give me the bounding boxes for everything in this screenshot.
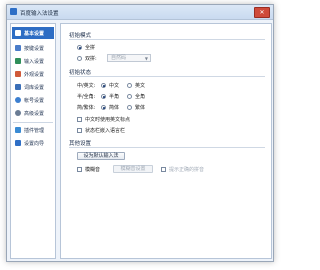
english-punct-checkbox-row[interactable]: 中文时使用英文标点 [77, 116, 130, 123]
checkbox-label: 提示正确的拼音 [169, 167, 205, 173]
checkbox-label: 模糊音 [85, 167, 101, 173]
set-default-ime-button[interactable]: 设为默认输入法 [77, 152, 125, 160]
sidebar-item-keys[interactable]: 按键设置 [12, 42, 54, 54]
sidebar-item-label: 帐号设置 [24, 97, 45, 104]
select-value: 自然码 [111, 55, 127, 61]
radio-traditional[interactable] [127, 105, 132, 110]
language-bar-checkbox[interactable] [77, 128, 82, 133]
wizard-icon [15, 140, 21, 146]
radio-halfwidth[interactable] [101, 94, 106, 99]
state-row-label: 中/英文: [77, 83, 96, 89]
language-bar-checkbox-row[interactable]: 状态栏嵌入语言栏 [77, 127, 125, 134]
radio-english[interactable] [127, 83, 132, 88]
fuzzy-settings-button[interactable]: 模糊音设置 [113, 165, 153, 173]
option-simplified[interactable]: 简体 [101, 104, 119, 111]
sidebar-item-dictionary[interactable]: 词库设置 [12, 81, 54, 93]
book-icon [15, 84, 21, 90]
correction-checkbox-row[interactable]: 提示正确的拼音 [161, 166, 204, 173]
shuangpin-scheme-select[interactable]: 自然码 ▼ [107, 54, 151, 62]
state-row-label: 半/全角: [77, 94, 96, 100]
option-chinese[interactable]: 中文 [101, 82, 119, 89]
sidebar-item-appearance[interactable]: 外观设置 [12, 68, 54, 80]
option-label: 全拼 [85, 45, 96, 51]
sidebar-item-label: 输入设置 [24, 58, 45, 65]
sidebar-item-account[interactable]: 帐号设置 [12, 94, 54, 106]
option-english[interactable]: 英文 [127, 82, 145, 89]
radio-shuangpin[interactable] [77, 56, 82, 61]
plugin-icon [15, 127, 21, 133]
sidebar-item-label: 设置向导 [24, 140, 45, 147]
sidebar-item-label: 插件管理 [24, 127, 45, 134]
mode-shuangpin-option[interactable]: 双拼: [77, 55, 97, 62]
section-divider [69, 147, 265, 148]
sidebar-item-input[interactable]: 输入设置 [12, 55, 54, 67]
option-traditional[interactable]: 繁体 [127, 104, 145, 111]
fuzzy-checkbox-row[interactable]: 模糊音 [77, 166, 100, 173]
sidebar-item-label: 词库设置 [24, 84, 45, 91]
sidebar-divider [13, 122, 53, 123]
option-halfwidth[interactable]: 半角 [101, 93, 119, 100]
gear-icon [15, 110, 21, 116]
fuzzy-checkbox[interactable] [77, 167, 82, 172]
user-icon [15, 97, 21, 103]
option-label: 双拼: [85, 56, 97, 62]
option-label: 半角 [109, 94, 120, 100]
sidebar-item-advanced[interactable]: 高级设置 [12, 107, 54, 119]
option-label: 英文 [135, 83, 146, 89]
settings-sidebar: 基本设置 按键设置 输入设置 外观设置 词库设置 帐号设置 高级设置 插件管理 … [10, 23, 56, 259]
sidebar-item-wizard[interactable]: 设置向导 [12, 137, 54, 149]
settings-window: 百度输入法设置 ✕ 基本设置 按键设置 输入设置 外观设置 词库设置 帐号设置 [6, 4, 274, 262]
section-divider [69, 76, 265, 77]
option-label: 简体 [109, 105, 120, 111]
option-label: 中文 [109, 83, 120, 89]
section-title-mode: 初始模式 [69, 33, 92, 39]
section-divider [69, 39, 265, 40]
sidebar-item-label: 高级设置 [24, 110, 45, 117]
state-row-label: 简/繁体: [77, 105, 96, 111]
correction-checkbox[interactable] [161, 167, 166, 172]
settings-content: 初始模式 全拼 双拼: 自然码 ▼ 初始状态 中/英文: 中文 英文 半/全角: [60, 23, 272, 259]
app-icon [10, 8, 17, 15]
close-button[interactable]: ✕ [254, 7, 270, 18]
checkbox-label: 中文时使用英文标点 [85, 117, 131, 123]
section-title-other: 其他设置 [69, 141, 92, 147]
sidebar-item-label: 按键设置 [24, 45, 45, 52]
option-fullwidth[interactable]: 全角 [127, 93, 145, 100]
mode-quanpin-option[interactable]: 全拼 [77, 44, 95, 51]
option-label: 繁体 [135, 105, 146, 111]
radio-quanpin[interactable] [77, 45, 82, 50]
sidebar-item-label: 基本设置 [24, 30, 45, 37]
sidebar-item-label: 外观设置 [24, 71, 45, 78]
english-punct-checkbox[interactable] [77, 117, 82, 122]
keyboard-icon [15, 45, 21, 51]
title-bar[interactable]: 百度输入法设置 ✕ [7, 5, 273, 20]
sidebar-item-plugins[interactable]: 插件管理 [12, 124, 54, 136]
radio-simplified[interactable] [101, 105, 106, 110]
palette-icon [15, 71, 21, 77]
grid-icon [15, 30, 21, 36]
window-title: 百度输入法设置 [20, 11, 59, 17]
sidebar-item-basic[interactable]: 基本设置 [12, 27, 54, 39]
section-title-state: 初始状态 [69, 70, 92, 76]
radio-fullwidth[interactable] [127, 94, 132, 99]
radio-chinese[interactable] [101, 83, 106, 88]
option-label: 全角 [135, 94, 146, 100]
checkbox-label: 状态栏嵌入语言栏 [85, 128, 126, 134]
chevron-down-icon: ▼ [144, 56, 148, 61]
input-icon [15, 58, 21, 64]
